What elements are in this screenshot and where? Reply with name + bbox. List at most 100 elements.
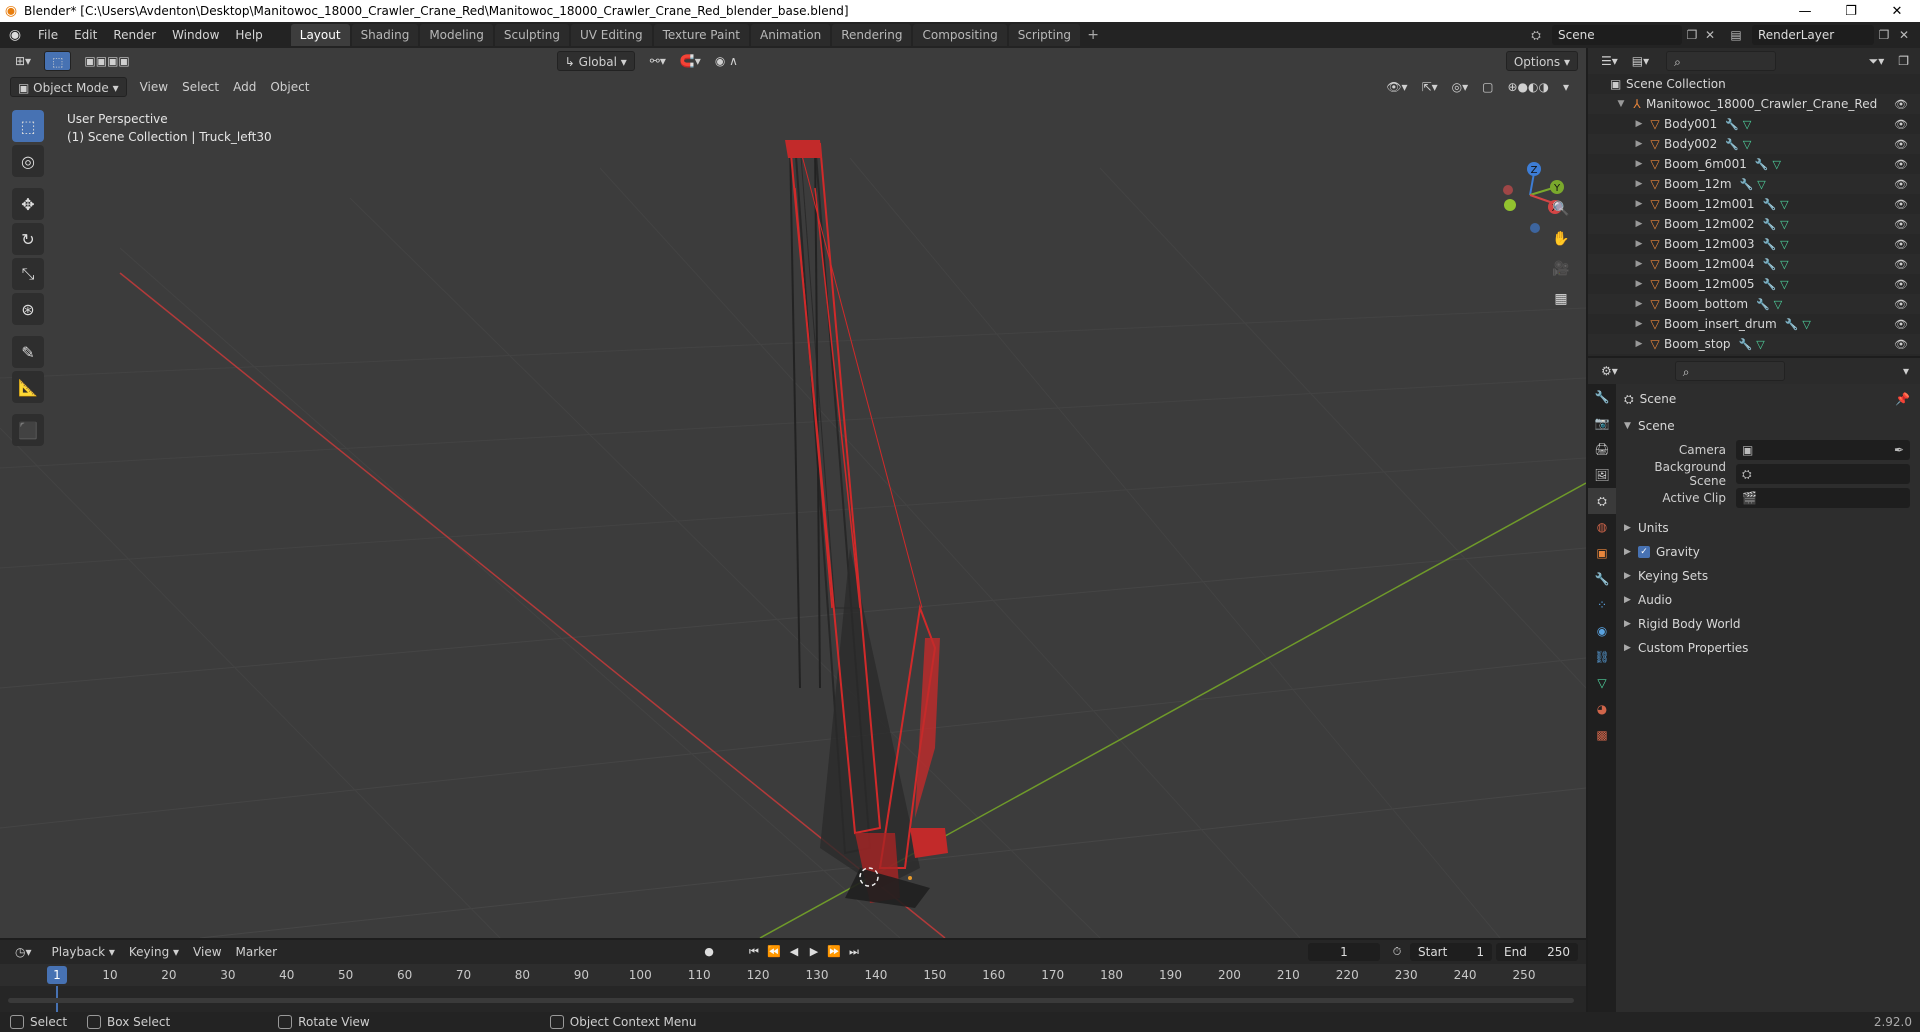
scene-selector[interactable]: Scene [1552,25,1682,45]
modifier-wrench-icon[interactable]: 🔧 [1739,338,1753,351]
active-clip-field[interactable]: 🎬 [1736,488,1910,508]
output-tab-icon[interactable]: 🖨 [1588,436,1616,462]
menu-window[interactable]: Window [164,24,227,46]
jump-start-icon[interactable]: ⏮ [745,943,763,961]
expand-arrow-icon[interactable]: ▶ [1632,199,1646,209]
menu-render[interactable]: Render [105,24,164,46]
scene-panel-header[interactable]: ▼ Scene [1616,414,1920,438]
play-icon[interactable]: ▶ [805,943,823,961]
move-icon[interactable]: ✥ [12,188,44,220]
mesh-data-icon[interactable]: ▽ [1774,298,1782,311]
modifier-wrench-icon[interactable]: 🔧 [1762,238,1776,251]
select-tool-icon[interactable]: ⬚ [44,51,72,71]
menu-help[interactable]: Help [227,24,270,46]
snap-icon[interactable]: 🧲▾ [673,51,708,71]
menu-marker[interactable]: Marker [229,942,284,962]
measure-icon[interactable]: 📐 [12,371,44,403]
outliner-search-input[interactable]: ⌕ [1666,51,1777,71]
mesh-data-icon[interactable]: ▽ [1757,178,1765,191]
scene-tab-icon[interactable]: ⛭ [1588,488,1616,514]
scene-collection-row[interactable]: ▣ Scene Collection [1588,74,1920,94]
gravity-section[interactable]: ▶ ✓ Gravity [1616,540,1920,564]
outliner-object-row[interactable]: ▶ ▽ Boom_12m002 🔧 ▽ 👁 [1588,214,1920,234]
visibility-eye-icon[interactable]: 👁 [1894,198,1908,211]
mesh-data-icon[interactable]: ▽ [1756,338,1764,351]
visibility-eye-icon[interactable]: 👁 [1894,218,1908,231]
xray-icon[interactable]: ▢ [1475,77,1500,97]
visibility-icon[interactable]: 👁▾ [1379,77,1414,97]
mesh-data-icon[interactable]: ▽ [1780,218,1788,231]
outliner-object-row[interactable]: ▶ ▽ Body002 🔧 ▽ 👁 [1588,134,1920,154]
particles-tab-icon[interactable]: ⁘ [1588,592,1616,618]
tab-animation[interactable]: Animation [751,24,831,46]
annotate-icon[interactable]: ✎ [12,336,44,368]
pivot-icon[interactable]: ⚯▾ [643,51,673,71]
properties-editor-type-icon[interactable]: ⚙▾ [1594,361,1625,381]
delete-view-layer-icon[interactable]: ✕ [1894,25,1914,45]
timeline-ruler[interactable]: 1 10 20 30 40 50 60 70 80 90 100 110 120 130 140 150 160… [0,964,1586,986]
modifier-wrench-icon[interactable]: 🔧 [1756,298,1770,311]
timeline-editor-type-icon[interactable]: ◷▾ [8,942,39,962]
outliner-object-row[interactable]: ▶ ▽ Boom_12m004 🔧 ▽ 👁 [1588,254,1920,274]
menu-keying[interactable]: Keying ▾ [122,942,186,962]
tab-layout[interactable]: Layout [290,24,350,46]
3d-viewport[interactable]: Z Y X ⊞▾ ⬚ ▣▣▣▣ ↳ Global ▾ ⚯▾ 🧲▾ ◉ ∧ Opt… [0,48,1586,938]
mesh-data-icon[interactable]: ▽ [1743,118,1751,131]
options-dropdown[interactable]: Options ▾ [1505,51,1578,71]
expand-arrow-icon[interactable]: ▶ [1632,279,1646,289]
data-tab-icon[interactable]: ▽ [1588,670,1616,696]
menu-add[interactable]: Add [226,77,263,97]
tab-modeling[interactable]: Modeling [420,24,493,46]
view-layer-tab-icon[interactable]: 🖼 [1588,462,1616,488]
modifiers-tab-icon[interactable]: 🔧 [1588,566,1616,592]
physics-tab-icon[interactable]: ◉ [1588,618,1616,644]
keying-sets-section[interactable]: ▶ Keying Sets [1616,564,1920,588]
object-tab-icon[interactable]: ▣ [1588,540,1616,566]
outliner-object-row[interactable]: ▶ ▽ Boom_bottom 🔧 ▽ 👁 [1588,294,1920,314]
record-icon[interactable]: ● [700,943,718,961]
gravity-checkbox[interactable]: ✓ [1638,546,1650,558]
tab-sculpting[interactable]: Sculpting [494,24,569,46]
mesh-data-icon[interactable]: ▽ [1773,158,1781,171]
close-button[interactable]: ✕ [1874,0,1920,22]
current-frame-field[interactable]: 1 [1308,943,1380,961]
expand-arrow-icon[interactable]: ▶ [1632,339,1646,349]
modifier-wrench-icon[interactable]: 🔧 [1725,118,1739,131]
display-mode-icon[interactable]: ▤▾ [1625,51,1656,71]
ortho-grid-icon[interactable]: ▦ [1548,286,1574,312]
outliner-object-row[interactable]: ▶ ▽ Boom_12m 🔧 ▽ 👁 [1588,174,1920,194]
visibility-eye-icon[interactable]: 👁 [1894,318,1908,331]
mesh-data-icon[interactable]: ▽ [1780,238,1788,251]
tab-texture-paint[interactable]: Texture Paint [653,24,749,46]
background-scene-field[interactable]: ⛭ [1736,464,1910,484]
outliner-object-row[interactable]: ▶ ▽ Boom_stop 🔧 ▽ 👁 [1588,334,1920,354]
audio-section[interactable]: ▶ Audio [1616,588,1920,612]
prev-keyframe-icon[interactable]: ⏪ [765,943,783,961]
modifier-wrench-icon[interactable]: 🔧 [1762,198,1776,211]
current-frame-marker[interactable]: 1 [47,966,67,984]
delete-scene-icon[interactable]: ✕ [1700,25,1720,45]
view-layer-icon[interactable]: ▤ [1726,25,1746,45]
rotate-icon[interactable]: ↻ [12,223,44,255]
modifier-wrench-icon[interactable]: 🔧 [1725,138,1739,151]
outliner-object-row[interactable]: ▶ ▽ Boom_12m001 🔧 ▽ 👁 [1588,194,1920,214]
custom-properties-section[interactable]: ▶ Custom Properties [1616,636,1920,660]
outliner-object-row[interactable]: ▶ ▽ Boom_insert_drum 🔧 ▽ 👁 [1588,314,1920,334]
expand-arrow-icon[interactable]: ▶ [1632,299,1646,309]
tab-uv-editing[interactable]: UV Editing [570,24,652,46]
object-mode-dropdown[interactable]: ▣ Object Mode ▾ [10,77,127,97]
end-frame-field[interactable]: End 250 [1496,943,1578,961]
add-cube-icon[interactable]: ⬛ [12,414,44,446]
outliner-object-row[interactable]: ▶ ▽ Boom_6m001 🔧 ▽ 👁 [1588,154,1920,174]
add-workspace-icon[interactable]: + [1082,24,1104,46]
modifier-wrench-icon[interactable]: 🔧 [1762,278,1776,291]
world-tab-icon[interactable]: ◍ [1588,514,1616,540]
cursor-icon[interactable]: ◎ [12,145,44,177]
transform-icon[interactable]: ⊛ [12,293,44,325]
outliner-object-row[interactable]: ▶ ▽ Boom_12m005 🔧 ▽ 👁 [1588,274,1920,294]
editor-type-icon[interactable]: ⊞▾ [8,51,38,71]
mesh-data-icon[interactable]: ▽ [1743,138,1751,151]
outliner-editor-type-icon[interactable]: ☰▾ [1594,51,1625,71]
scene-icon[interactable]: ⛭ [1526,25,1546,45]
shading-dropdown-icon[interactable]: ▾ [1556,77,1576,97]
